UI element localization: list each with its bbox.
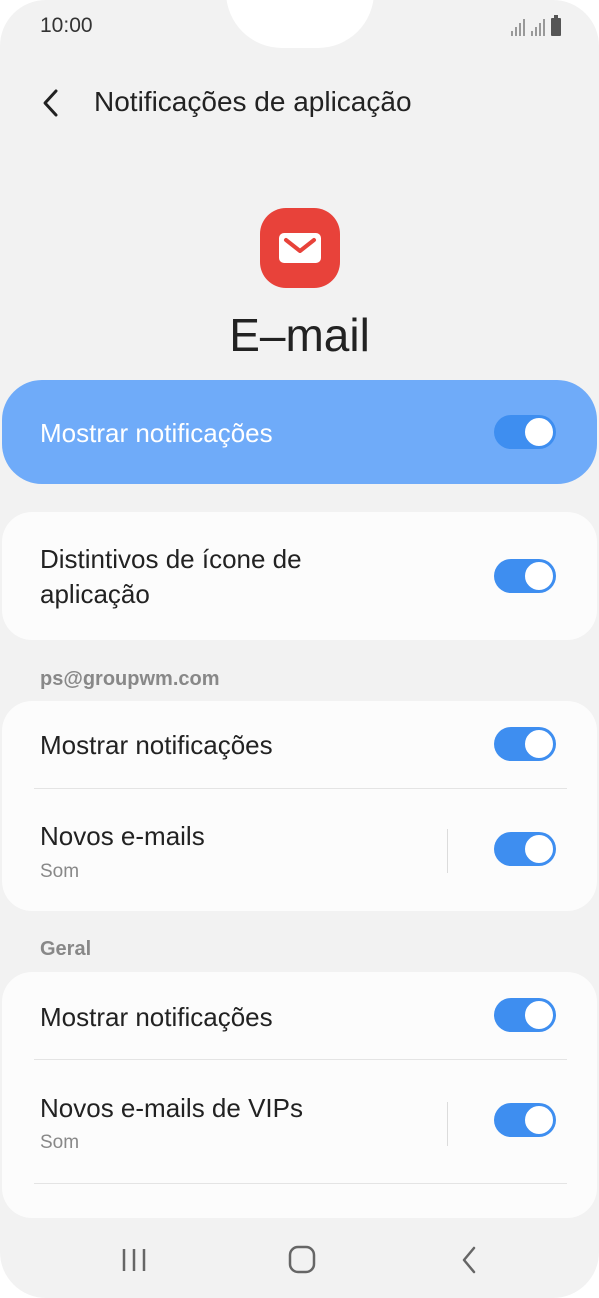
switch-knob [523, 1104, 555, 1136]
switch-knob [523, 416, 555, 448]
row-title: Mostrar notificações [40, 1002, 273, 1032]
main-notifications-toggle-row[interactable]: Mostrar notificações [2, 380, 597, 484]
account-show-notifications-row[interactable]: Mostrar notificações [2, 701, 597, 788]
app-bar: Notificações de aplicação [0, 70, 599, 136]
battery-icon [551, 15, 561, 36]
vertical-divider [447, 1102, 448, 1146]
app-icon-badges-row[interactable]: Distintivos de ícone de aplicação [2, 512, 597, 640]
new-emails-switch[interactable] [494, 832, 556, 866]
page-title: Notificações de aplicação [94, 86, 412, 117]
switch-knob [523, 999, 555, 1031]
badges-switch[interactable] [494, 559, 556, 593]
phone-screen: 10:00 Notificações de aplicação E–mail M… [0, 0, 599, 1298]
switch-knob [523, 728, 555, 760]
switch-knob [523, 560, 555, 592]
navigation-bar [0, 1228, 599, 1292]
account-show-notifications-switch[interactable] [494, 727, 556, 761]
new-emails-row[interactable]: Novos e-mails Som [2, 789, 597, 911]
signal-icon [511, 16, 525, 36]
recent-apps-icon[interactable] [112, 1242, 156, 1278]
back-icon[interactable] [448, 1242, 492, 1278]
row-title: Novos e-mails de VIPs [40, 1093, 303, 1123]
back-arrow-icon[interactable] [38, 86, 68, 120]
main-notifications-switch[interactable] [494, 415, 556, 449]
vertical-divider [447, 829, 448, 873]
signal-icon-2 [531, 16, 545, 36]
camera-notch [226, 0, 374, 48]
account-card: Mostrar notificações Novos e-mails Som [2, 701, 597, 911]
general-card: Mostrar notificações Novos e-mails de VI… [2, 972, 597, 1218]
app-name: E–mail [229, 309, 370, 361]
vip-emails-row[interactable]: Novos e-mails de VIPs Som [2, 1060, 597, 1182]
row-title: Novos e-mails [40, 821, 205, 851]
divider [34, 1183, 567, 1184]
badges-card: Distintivos de ícone de aplicação [2, 512, 597, 640]
mail-icon [260, 208, 340, 288]
section-header-general: Geral [40, 938, 92, 960]
row-subtitle: Som [40, 1132, 80, 1153]
home-icon[interactable] [280, 1242, 324, 1278]
status-time: 10:00 [40, 14, 93, 37]
vip-emails-switch[interactable] [494, 1103, 556, 1137]
main-notifications-label: Mostrar notificações [40, 418, 273, 448]
badges-label-line1: Distintivos de ícone de [40, 544, 302, 574]
status-icons [511, 15, 561, 36]
general-show-notifications-row[interactable]: Mostrar notificações [2, 972, 597, 1059]
switch-knob [523, 833, 555, 865]
general-show-notifications-switch[interactable] [494, 998, 556, 1032]
row-subtitle: Som [40, 861, 80, 882]
row-title: Mostrar notificações [40, 730, 273, 760]
badges-label-line2: aplicação [40, 579, 150, 609]
section-header-account: ps@groupwm.com [40, 668, 220, 690]
